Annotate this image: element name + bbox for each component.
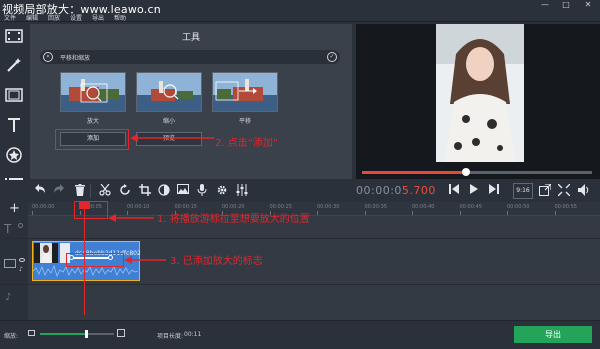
magic-wand-icon[interactable] [4,57,24,77]
ruler-tick-label: 00:00:10 [127,204,150,210]
play-icon[interactable] [467,184,481,198]
microphone-icon[interactable] [195,184,209,198]
project-length-label: 项目长度: [157,333,184,340]
pan-zoom-header: « 平移和缩放 ✓ [40,50,340,64]
aspect-ratio-button[interactable]: 9:16 [513,183,533,199]
ruler-tick-mark [364,211,366,215]
video-track-visibility-icon[interactable] [19,258,25,262]
video-track-icon [4,259,16,268]
text-titles-icon[interactable] [4,117,24,137]
confirm-check-icon[interactable]: ✓ [327,52,337,62]
import-media-icon[interactable] [4,28,24,48]
playback-progress-fill [362,171,466,174]
rotate-icon[interactable] [118,184,132,198]
zoom-marker-highlight-box [66,253,124,267]
menu-playback[interactable]: 回放 [48,13,60,22]
zoom-slider-fill [40,333,86,335]
project-length-value: 00:11 [184,331,202,338]
text-track-icon: T [4,222,12,236]
annotation-arrow-1 [108,214,154,222]
ruler-tick-mark [412,211,413,215]
zoom-out-label: 缩小 [162,118,175,125]
menu-edit[interactable]: 编辑 [26,13,38,22]
zoom-in-icon[interactable] [117,329,125,337]
close-button[interactable]: ✕ [578,0,598,10]
menu-export[interactable]: 导出 [92,13,104,22]
panel-title: 工具 [181,33,200,43]
playback-progress-handle[interactable] [461,168,470,176]
back-icon[interactable]: « [43,52,53,62]
track-divider [0,284,600,285]
undo-icon[interactable] [33,184,47,198]
track-divider [0,238,600,239]
ruler-tick-label: 00:00:35 [364,204,387,210]
stickers-icon[interactable] [4,147,24,167]
menu-help[interactable]: 帮助 [114,13,126,22]
playhead-highlight-box [74,201,108,219]
zoom-out-thumbnail[interactable] [136,72,202,112]
cut-icon[interactable] [98,183,112,198]
redo-icon[interactable] [52,184,66,198]
minimize-button[interactable]: — [535,0,555,10]
annotation-arrow-2 [130,134,214,142]
crop-icon[interactable] [138,184,152,198]
video-frame [436,24,524,162]
ruler-tick-mark [32,211,33,215]
current-timecode: 00:00:05.700 [356,184,436,197]
pan-thumbnail[interactable] [212,72,278,112]
ruler-tick-label: 00:00:55 [554,204,577,210]
menu-settings[interactable]: 设置 [70,13,82,22]
add-highlight-box [55,129,129,150]
color-adjust-icon[interactable] [157,184,171,198]
annotation-arrow-3 [124,256,166,264]
export-button[interactable]: 导出 [514,326,592,343]
menu-file[interactable]: 文件 [4,13,16,22]
snapshot-icon[interactable] [538,183,552,198]
ruler-tick-label: 00:00:45 [459,204,482,210]
maximize-button[interactable]: □ [556,0,576,10]
zoom-label: 缩放: [4,333,19,340]
equalizer-icon[interactable] [235,184,249,198]
image-icon[interactable] [176,184,190,198]
settings-gear-icon[interactable] [215,184,229,198]
ruler-tick-label: 00:00:30 [317,204,340,210]
zoom-in-label: 放大 [86,118,99,125]
fullscreen-icon[interactable] [557,183,571,198]
ruler-tick-mark [507,211,508,215]
ruler-tick-mark [459,211,461,215]
ruler-tick-mark [554,211,556,215]
zoom-out-icon[interactable] [28,330,35,336]
zoom-slider-handle[interactable] [84,330,88,338]
playhead-line[interactable] [84,205,85,315]
transitions-icon[interactable] [4,87,24,107]
ruler-tick-label: 00:00:50 [507,204,530,210]
timecode-seconds: 5.700 [401,184,436,197]
tools-panel: 工具 « 平移和缩放 ✓ 放大 缩小 平移 添加 2. 点击“添加” [30,24,352,179]
ruler-tick-label: 00:00:40 [412,204,435,210]
zoom-in-thumbnail[interactable] [60,72,126,112]
add-track-icon[interactable]: + [9,201,20,216]
clip-thumbnail [34,243,58,263]
video-track-mute-icon[interactable]: ♪ [19,266,23,273]
pan-label: 平移 [238,118,251,125]
text-track-visibility-icon[interactable] [18,223,23,228]
skip-back-icon[interactable] [447,184,461,198]
delete-icon[interactable] [73,184,87,198]
annotation-step1: 1. 将播放游标拉至想要放大的位置 [157,214,310,225]
ruler-tick-label: 00:00:00 [32,204,55,210]
tool-sidebar [0,22,28,202]
annotation-step2: 2. 点击“添加” [215,138,279,149]
volume-icon[interactable] [577,184,591,198]
annotation-step3: 3. 已添加放大的标志 [170,256,263,267]
timecode-main: 00:00:0 [356,184,402,197]
toolbar-divider [90,184,91,198]
pan-zoom-label: 平移和缩放 [60,55,91,62]
audio-track-icon: ♪ [5,292,12,303]
skip-forward-icon[interactable] [487,184,501,198]
ruler-tick-mark [317,211,318,215]
